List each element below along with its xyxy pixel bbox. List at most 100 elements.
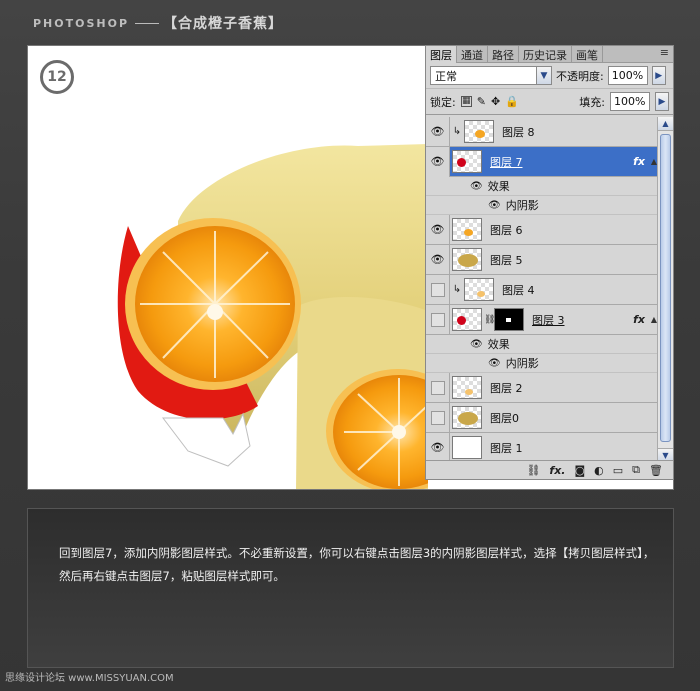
lock-image-icon[interactable]: ✎	[477, 95, 486, 108]
tab-layers[interactable]: 图层	[426, 46, 457, 63]
clipping-arrow-icon: ↳	[452, 284, 462, 295]
eye-icon[interactable]: 👁	[488, 200, 501, 211]
tab-channels[interactable]: 通道	[457, 46, 488, 63]
layer-name: 图层 3	[532, 313, 565, 327]
site-footer: 思缘设计论坛 www.MISSYUAN.COM	[5, 673, 174, 684]
lock-label: 锁定:	[430, 95, 456, 109]
layer-row[interactable]: ↳ 图层 4	[426, 274, 659, 305]
visibility-toggle[interactable]	[426, 304, 450, 335]
layer-row[interactable]: 👁 图层 5	[426, 244, 659, 275]
chevron-down-icon: ▼	[536, 67, 551, 84]
layer-mask-thumbnail[interactable]	[494, 308, 524, 331]
layer-name: 图层0	[490, 411, 519, 425]
instruction-box: 回到图层7，添加内阴影图层样式。不必重新设置，你可以右键点击图层3的内阴影图层样…	[27, 508, 674, 668]
lock-all-icon[interactable]: 🔒	[505, 95, 519, 108]
inner-shadow-row[interactable]: 👁 内阴影	[426, 354, 659, 373]
inner-shadow-row[interactable]: 👁 内阴影	[426, 196, 659, 215]
inner-shadow-label: 内阴影	[505, 199, 539, 212]
effects-label: 效果	[487, 338, 510, 351]
blend-opacity-row: 正常 ▼ 不透明度: 100% ▶	[426, 63, 673, 89]
panel-tabs: 图层 通道 路径 历史记录 画笔 ≡	[426, 46, 673, 63]
layer-name: 图层 1	[490, 441, 523, 455]
blend-mode-select[interactable]: 正常 ▼	[430, 66, 552, 85]
opacity-slider-button[interactable]: ▶	[651, 66, 666, 85]
lock-fill-row: 锁定: ▦ ✎ ✥ 🔒 填充: 100% ▶	[426, 89, 673, 115]
eye-icon: 👁	[430, 155, 445, 168]
eye-icon: 👁	[430, 125, 445, 138]
visibility-toggle[interactable]	[426, 372, 450, 403]
layer-name: 图层 4	[502, 283, 535, 297]
fill-slider-button[interactable]: ▶	[655, 92, 669, 111]
fill-input[interactable]: 100%	[610, 92, 650, 111]
layer-thumbnail	[452, 248, 482, 271]
layer-row[interactable]: 👁 ↳ 图层 8	[426, 117, 659, 147]
adjustment-icon[interactable]: ◐	[594, 464, 604, 477]
lock-transparency-icon[interactable]: ▦	[460, 96, 472, 107]
tab-history[interactable]: 历史记录	[519, 46, 572, 63]
layer-name: 图层 7	[490, 155, 523, 169]
hidden-box-icon	[430, 410, 445, 425]
chain-link-icon[interactable]: ⛓	[484, 315, 495, 325]
lock-position-icon[interactable]: ✥	[491, 95, 500, 108]
layers-panel: 图层 通道 路径 历史记录 画笔 ≡ 正常 ▼ 不透明度: 100% ▶ 锁定:…	[425, 45, 674, 480]
layer-row[interactable]: 图层 2	[426, 372, 659, 403]
brand-label: PHOTOSHOP	[33, 16, 130, 30]
layer-thumbnail	[452, 406, 482, 429]
layer-name: 图层 6	[490, 223, 523, 237]
blend-mode-value: 正常	[435, 69, 457, 83]
instruction-text: 回到图层7，添加内阴影图层样式。不必重新设置，你可以右键点击图层3的内阴影图层样…	[59, 546, 655, 583]
fill-label: 填充:	[579, 95, 605, 109]
hidden-box-icon	[430, 312, 445, 327]
page-title: 【合成橙子香蕉】	[163, 16, 284, 32]
visibility-toggle[interactable]: 👁	[426, 146, 450, 177]
layer-thumbnail	[452, 308, 482, 331]
effects-label: 效果	[487, 180, 510, 193]
layer-row[interactable]: 👁 图层 1	[426, 432, 659, 462]
visibility-toggle[interactable]	[426, 402, 450, 433]
trash-icon[interactable]: 🗑	[649, 464, 663, 477]
tab-brushes[interactable]: 画笔	[572, 46, 603, 63]
eye-icon[interactable]: 👁	[470, 339, 483, 350]
opacity-input[interactable]: 100%	[607, 66, 648, 85]
layer-row-selected[interactable]: 👁 图层 7 fx ▲	[426, 146, 659, 177]
layer-name: 图层 2	[490, 381, 523, 395]
layer-row[interactable]: ⛓ 图层 3 fx ▲	[426, 304, 659, 335]
eye-icon[interactable]: 👁	[488, 358, 501, 369]
layer-thumbnail	[452, 150, 482, 173]
eye-icon: 👁	[430, 253, 445, 266]
fx-badge[interactable]: fx	[633, 155, 645, 168]
effects-row[interactable]: 👁 效果	[426, 335, 659, 354]
link-icon[interactable]: ⛓	[526, 464, 540, 477]
orange-banana-artwork	[117, 144, 428, 489]
scroll-up-icon[interactable]: ▲	[658, 117, 673, 131]
fx-icon[interactable]: fx.	[549, 464, 565, 477]
layer-row[interactable]: 图层0	[426, 402, 659, 433]
layer-name: 图层 8	[502, 125, 535, 139]
visibility-toggle[interactable]: 👁	[426, 117, 450, 147]
scrollbar-thumb[interactable]	[660, 134, 671, 442]
mask-icon[interactable]: ◙	[574, 464, 585, 477]
tab-paths[interactable]: 路径	[488, 46, 519, 63]
visibility-toggle[interactable]: 👁	[426, 214, 450, 245]
visibility-toggle[interactable]: 👁	[426, 432, 450, 462]
layer-thumbnail	[464, 120, 494, 143]
effects-row[interactable]: 👁 效果	[426, 177, 659, 196]
panel-menu-icon[interactable]: ≡	[660, 46, 669, 59]
layer-thumbnail	[452, 436, 482, 459]
layer-list-scrollbar[interactable]: ▲ ▼	[657, 117, 673, 462]
folder-icon[interactable]: ▭	[613, 464, 623, 477]
visibility-toggle[interactable]	[426, 274, 450, 305]
eye-icon[interactable]: 👁	[470, 181, 483, 192]
new-layer-icon[interactable]: ⧉	[632, 463, 640, 477]
panel-bottom-toolbar: ⛓ fx. ◙ ◐ ▭ ⧉ 🗑	[426, 460, 673, 479]
hidden-box-icon	[430, 282, 445, 297]
layer-row[interactable]: 👁 图层 6	[426, 214, 659, 245]
eye-icon: 👁	[430, 223, 445, 236]
layer-thumbnail	[464, 278, 494, 301]
visibility-toggle[interactable]: 👁	[426, 244, 450, 275]
opacity-label: 不透明度:	[556, 69, 604, 83]
layer-name: 图层 5	[490, 253, 523, 267]
clipping-arrow-icon: ↳	[452, 126, 462, 137]
layer-thumbnail	[452, 218, 482, 241]
fx-badge[interactable]: fx	[633, 313, 645, 326]
